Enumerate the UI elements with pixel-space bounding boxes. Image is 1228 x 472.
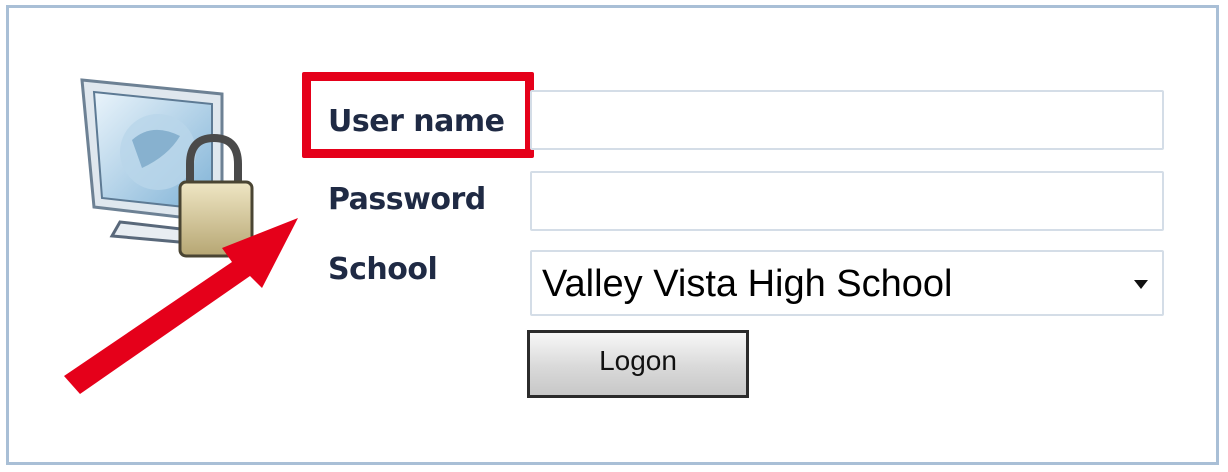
username-input[interactable] [530, 90, 1164, 150]
password-input[interactable] [530, 171, 1164, 231]
school-select[interactable]: Valley Vista High School [530, 250, 1164, 316]
chevron-down-icon[interactable] [1134, 280, 1148, 289]
logon-button[interactable]: Logon [527, 330, 749, 398]
password-label: Password [328, 182, 486, 217]
username-label-highlight [302, 72, 534, 158]
school-select-value: Valley Vista High School [542, 263, 953, 305]
arrow-icon [64, 218, 298, 394]
school-label: School [328, 252, 438, 287]
